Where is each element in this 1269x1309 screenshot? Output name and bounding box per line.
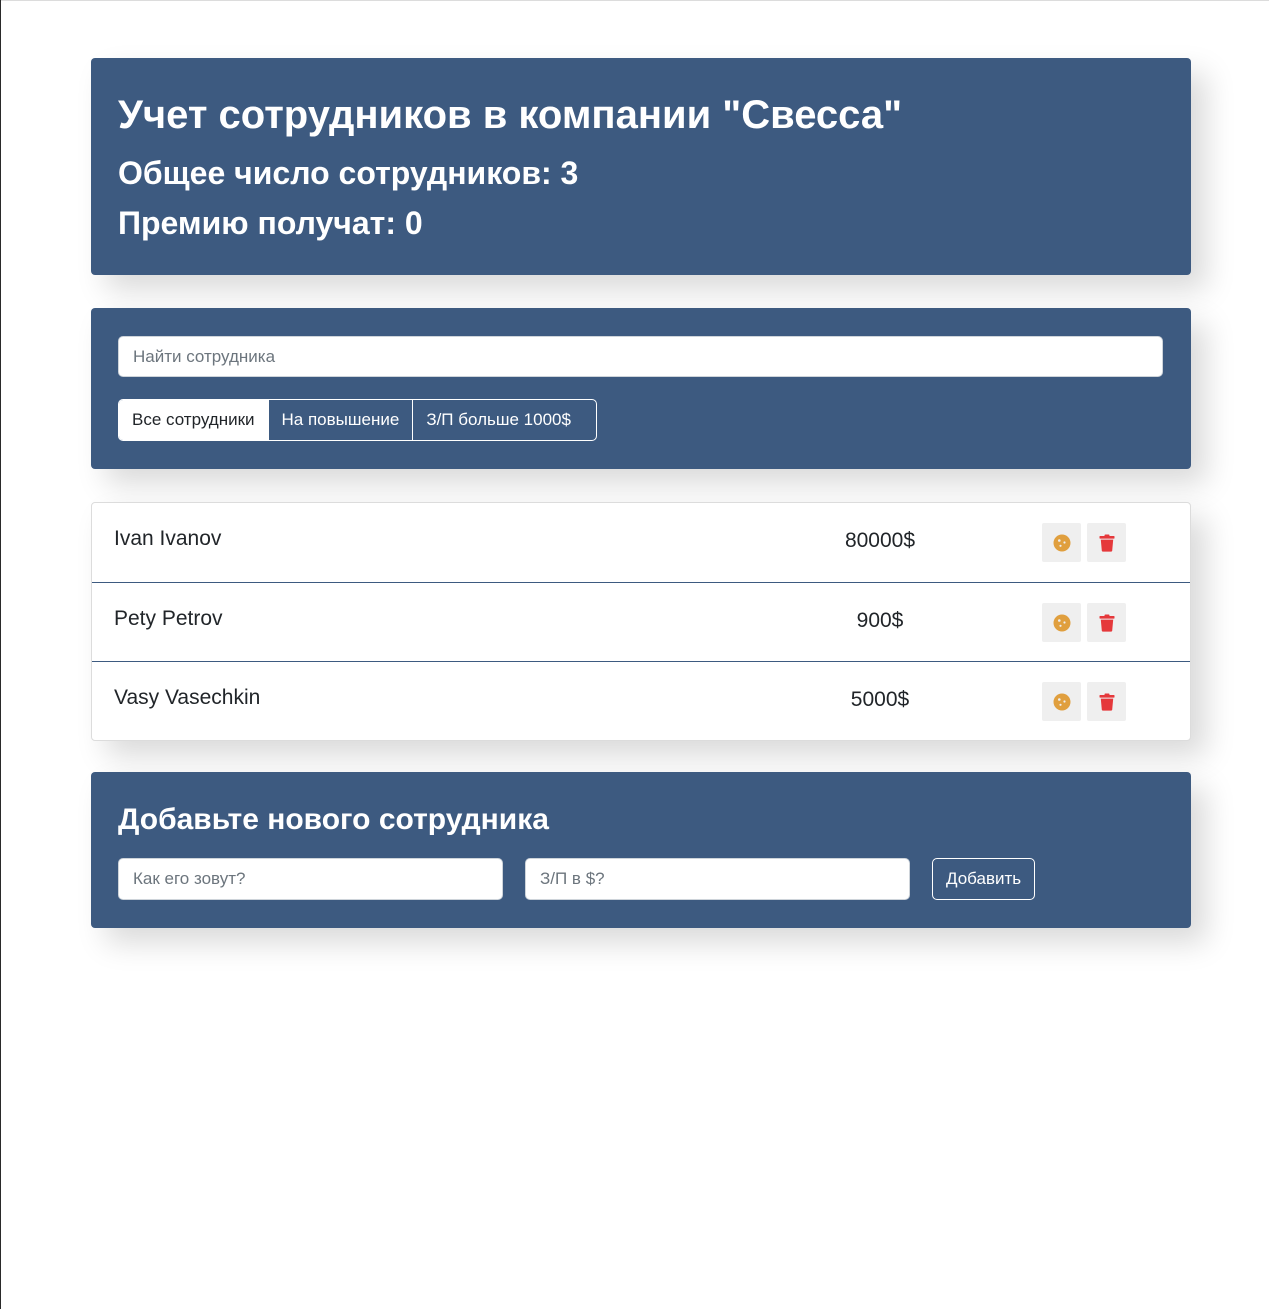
filter-all-button[interactable]: Все сотрудники (119, 400, 268, 440)
bonus-employees-count: Премию получат: 0 (118, 205, 423, 241)
cookie-icon (1053, 534, 1070, 551)
page-title: Учет сотрудников в компании "Свесса" (118, 93, 903, 137)
increase-button[interactable] (1042, 523, 1081, 562)
new-employee-name-input[interactable] (118, 858, 503, 900)
cookie-icon (1053, 614, 1070, 631)
top-border (0, 0, 1269, 3)
cookie-icon (1053, 693, 1070, 710)
list-item: Pety Petrov 900$ (92, 582, 1190, 661)
delete-button[interactable] (1087, 603, 1126, 642)
trash-icon (1099, 614, 1114, 632)
search-input[interactable] (118, 336, 1163, 377)
search-panel: Все сотрудники На повышение З/П больше 1… (91, 308, 1191, 469)
employee-list: Ivan Ivanov 80000$ Pety Petrov 900$ Vasy… (91, 502, 1191, 741)
app-info-panel: Учет сотрудников в компании "Свесса" Общ… (91, 58, 1191, 275)
delete-button[interactable] (1087, 682, 1126, 721)
new-employee-salary-input[interactable] (525, 858, 910, 900)
list-item: Ivan Ivanov 80000$ (92, 503, 1190, 582)
increase-button[interactable] (1042, 682, 1081, 721)
trash-icon (1099, 534, 1114, 552)
add-employee-form: Добавить (118, 858, 1164, 900)
employee-salary[interactable]: 900$ (820, 609, 940, 633)
employee-name[interactable]: Pety Petrov (114, 607, 223, 631)
employee-name[interactable]: Vasy Vasechkin (114, 686, 260, 710)
list-item: Vasy Vasechkin 5000$ (92, 661, 1190, 740)
increase-button[interactable] (1042, 603, 1081, 642)
filter-salary-button[interactable]: З/П больше 1000$ (412, 400, 584, 440)
add-employee-button[interactable]: Добавить (932, 858, 1036, 900)
trash-icon (1099, 693, 1114, 711)
filter-button-group: Все сотрудники На повышение З/П больше 1… (118, 399, 597, 441)
left-border (0, 0, 1, 1309)
add-employee-panel: Добавьте нового сотрудника Добавить (91, 772, 1191, 928)
filter-promotion-button[interactable]: На повышение (267, 400, 413, 440)
employee-salary[interactable]: 5000$ (820, 688, 940, 712)
delete-button[interactable] (1087, 523, 1126, 562)
total-employees-count: Общее число сотрудников: 3 (118, 155, 579, 191)
employee-name[interactable]: Ivan Ivanov (114, 527, 221, 551)
employee-salary[interactable]: 80000$ (820, 529, 940, 553)
add-form-title: Добавьте нового сотрудника (118, 803, 549, 836)
